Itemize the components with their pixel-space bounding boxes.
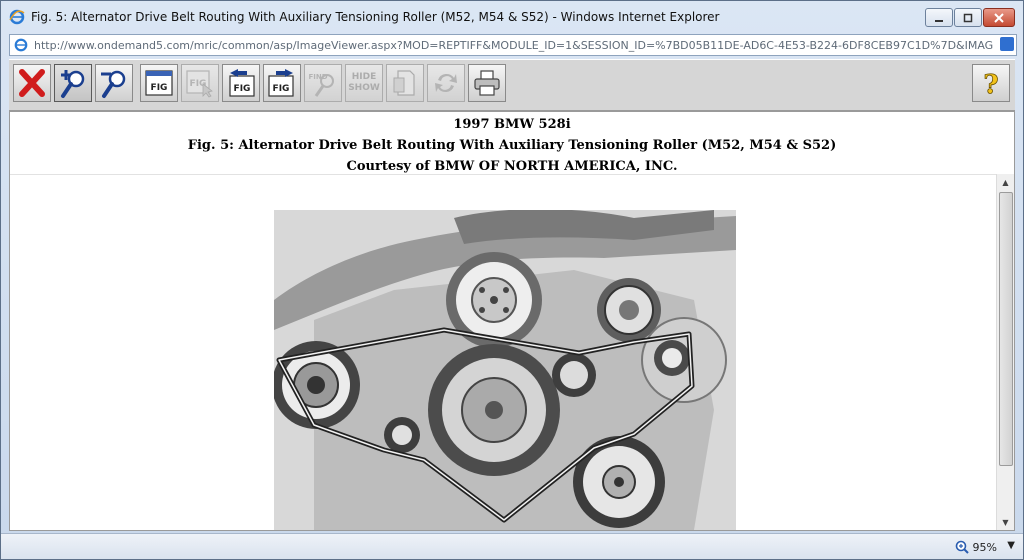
show-label: SHOW bbox=[348, 83, 380, 93]
address-bar[interactable]: http://www.ondemand5.com/mric/common/asp… bbox=[9, 34, 1017, 56]
help-icon: ? bbox=[983, 70, 999, 98]
zoom-in-icon bbox=[61, 70, 85, 98]
minimize-button[interactable] bbox=[925, 8, 953, 27]
close-window-button[interactable] bbox=[983, 8, 1015, 27]
maximize-button[interactable] bbox=[954, 8, 982, 27]
scroll-up-arrow-icon[interactable]: ▲ bbox=[997, 174, 1014, 190]
window-title: Fig. 5: Alternator Drive Belt Routing Wi… bbox=[31, 10, 720, 24]
status-bar: 95% ▼ bbox=[1, 533, 1023, 559]
figure-select-button[interactable]: FIG bbox=[181, 64, 219, 102]
previous-figure-icon: FIG bbox=[229, 69, 255, 97]
minimize-icon bbox=[935, 19, 943, 22]
hide-label: HIDE bbox=[351, 72, 377, 82]
figure-button[interactable]: FIG bbox=[140, 64, 178, 102]
close-viewer-button[interactable] bbox=[13, 64, 51, 102]
title-bar: Fig. 5: Alternator Drive Belt Routing Wi… bbox=[1, 1, 1023, 33]
compatibility-view-icon[interactable] bbox=[1000, 37, 1014, 51]
next-figure-button[interactable]: FIG bbox=[263, 64, 301, 102]
hide-show-button[interactable]: HIDE SHOW bbox=[345, 64, 383, 102]
figure-pointer-icon: FIG bbox=[186, 70, 213, 98]
find-button[interactable]: FIND bbox=[304, 64, 342, 102]
zoom-control[interactable]: 95% bbox=[955, 540, 997, 554]
figure-label: FIG bbox=[151, 83, 168, 93]
vehicle-title: 1997 BMW 528i bbox=[453, 117, 571, 132]
vertical-scrollbar[interactable]: ▲ ▼ bbox=[996, 174, 1014, 530]
engine-belt-diagram bbox=[274, 210, 736, 530]
figure-title: Fig. 5: Alternator Drive Belt Routing Wi… bbox=[187, 138, 837, 153]
previous-figure-button[interactable]: FIG bbox=[222, 64, 260, 102]
zoom-out-button[interactable] bbox=[95, 64, 133, 102]
browser-window: Fig. 5: Alternator Drive Belt Routing Wi… bbox=[0, 0, 1024, 560]
find-icon: FIND bbox=[308, 73, 334, 97]
print-button[interactable] bbox=[468, 64, 506, 102]
scroll-thumb[interactable] bbox=[999, 192, 1013, 466]
scroll-down-arrow-icon[interactable]: ▼ bbox=[997, 514, 1014, 530]
help-label: ? bbox=[983, 70, 998, 98]
zoom-in-button[interactable] bbox=[54, 64, 92, 102]
maximize-icon bbox=[963, 13, 973, 22]
hide-show-icon: HIDE SHOW bbox=[348, 72, 380, 94]
zoom-out-icon bbox=[101, 70, 126, 98]
next-figure-label: FIG bbox=[273, 84, 290, 94]
belt-routing-figure bbox=[274, 210, 736, 530]
zoom-magnifier-icon bbox=[955, 540, 969, 554]
rotate-button[interactable] bbox=[427, 64, 465, 102]
url-text[interactable]: http://www.ondemand5.com/mric/common/asp… bbox=[34, 39, 994, 52]
next-figure-icon: FIG bbox=[268, 69, 294, 97]
document-header: 1997 BMW 528i Fig. 5: Alternator Drive B… bbox=[10, 112, 1014, 175]
page-ie-icon bbox=[14, 38, 28, 52]
rotate-icon bbox=[435, 73, 457, 93]
figure-icon: FIG bbox=[145, 70, 173, 96]
print-icon bbox=[474, 70, 500, 96]
courtesy-line: Courtesy of BMW OF NORTH AMERICA, INC. bbox=[346, 159, 678, 174]
previous-figure-label: FIG bbox=[234, 84, 251, 94]
document-icon bbox=[393, 70, 415, 96]
find-label: FIND bbox=[308, 73, 327, 81]
document-button[interactable] bbox=[386, 64, 424, 102]
close-x-icon bbox=[19, 69, 45, 97]
zoom-dropdown-arrow-icon[interactable]: ▼ bbox=[1007, 540, 1015, 551]
internet-explorer-icon bbox=[9, 9, 25, 25]
help-button[interactable]: ? bbox=[972, 64, 1010, 102]
window-controls bbox=[924, 8, 1015, 27]
close-icon bbox=[994, 12, 1004, 23]
document-viewer: 1997 BMW 528i Fig. 5: Alternator Drive B… bbox=[9, 111, 1015, 531]
zoom-level: 95% bbox=[972, 540, 997, 554]
viewer-toolbar: FIG FIG FIG FIG FIND HIDE SHOW ? bbox=[9, 59, 1015, 111]
